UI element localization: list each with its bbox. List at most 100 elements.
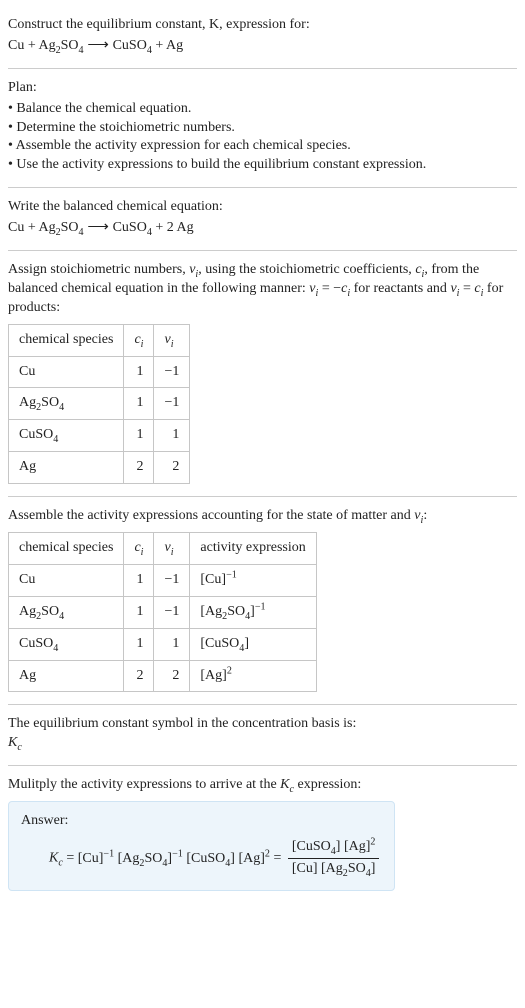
plan-item: Determine the stoichiometric numbers.: [8, 119, 517, 138]
reactant-so: SO: [61, 38, 79, 53]
intro-line1: Construct the equilibrium constant, K, e…: [8, 16, 517, 35]
sub-i: i: [171, 338, 174, 349]
col-c: ci: [124, 533, 154, 565]
balanced-lhs1: Cu + Ag: [8, 220, 56, 235]
balanced-equation: Cu + Ag2SO4 ⟶ CuSO4 + 2 Ag: [8, 217, 517, 238]
col-nu: νi: [154, 533, 190, 565]
cell-nu: −1: [154, 596, 190, 628]
cell-species: Ag2SO4: [9, 388, 124, 420]
equals-sign: =: [273, 851, 284, 866]
cell-species: Cu: [9, 564, 124, 596]
k-symbol: K: [49, 851, 58, 866]
sub-i: i: [141, 338, 144, 349]
col-activity: activity expression: [190, 533, 316, 565]
assemble-text-a: Assemble the activity expressions accoun…: [8, 508, 414, 523]
assign-text-d: for reactants and: [350, 281, 450, 296]
activity-table: chemical species ci νi activity expressi…: [8, 532, 317, 692]
cell-nu: 1: [154, 628, 190, 660]
cell-nu: 1: [154, 420, 190, 452]
cell-nu: −1: [154, 564, 190, 596]
col-species: chemical species: [9, 324, 124, 356]
balanced-lhs2: SO: [61, 220, 79, 235]
balanced-rhs1: CuSO: [113, 220, 147, 235]
balanced-rhs2: + 2 Ag: [152, 220, 194, 235]
plan-item: Assemble the activity expression for eac…: [8, 137, 517, 156]
col-species: chemical species: [9, 533, 124, 565]
section-assign: Assign stoichiometric numbers, νi , using…: [8, 251, 517, 497]
product-ag: + Ag: [152, 38, 183, 53]
answer-equation: Kc = [Cu]−1 [Ag2SO4]−1 [CuSO4] [Ag]2 = […: [21, 839, 382, 878]
cell-c: 1: [124, 564, 154, 596]
cell-c: 1: [124, 420, 154, 452]
table-row: CuSO4 1 1: [9, 420, 190, 452]
intro-text: Construct the equilibrium constant, K, e…: [8, 17, 310, 32]
table-row: CuSO4 1 1 [CuSO4]: [9, 628, 317, 660]
sub-i: i: [171, 547, 174, 558]
assign-eq2: =: [459, 281, 474, 296]
cell-c: 1: [124, 596, 154, 628]
assign-text-b: , using the stoichiometric coefficients,: [198, 262, 415, 277]
assign-eq1: = −: [318, 281, 341, 296]
cell-nu: 2: [154, 660, 190, 692]
equals-sign: =: [63, 851, 78, 866]
assign-text-a: Assign stoichiometric numbers,: [8, 262, 189, 277]
cell-species: CuSO4: [9, 628, 124, 660]
cell-species: Cu: [9, 356, 124, 388]
cell-c: 1: [124, 628, 154, 660]
col-nu: νi: [154, 324, 190, 356]
expr-product: [Cu]−1 [Ag2SO4]−1 [CuSO4] [Ag]2: [78, 851, 270, 866]
table-row: Cu 1 −1: [9, 356, 190, 388]
multiply-text-b: expression:: [294, 777, 361, 792]
plan-heading: Plan:: [8, 79, 517, 98]
stoich-table: chemical species ci νi Cu 1 −1 Ag2SO4 1 …: [8, 324, 190, 484]
sub-i: i: [141, 547, 144, 558]
col-c: ci: [124, 324, 154, 356]
table-row: Cu 1 −1 [Cu]−1: [9, 564, 317, 596]
cell-c: 2: [124, 452, 154, 484]
basis-line1: The equilibrium constant symbol in the c…: [8, 715, 517, 734]
table-header-row: chemical species ci νi: [9, 324, 190, 356]
table-row: Ag 2 2 [Ag]2: [9, 660, 317, 692]
sub-c: c: [17, 742, 21, 753]
answer-box: Answer: Kc = [Cu]−1 [Ag2SO4]−1 [CuSO4] […: [8, 801, 395, 890]
cell-nu: −1: [154, 388, 190, 420]
arrow-icon: ⟶: [84, 219, 113, 235]
fraction: [CuSO4] [Ag]2 [Cu] [Ag2SO4]: [288, 839, 380, 878]
cell-species: Ag: [9, 660, 124, 692]
table-row: Ag2SO4 1 −1 [Ag2SO4]−1: [9, 596, 317, 628]
section-activity: Assemble the activity expressions accoun…: [8, 497, 517, 705]
reactant-cu: Cu + Ag: [8, 38, 56, 53]
plan-item: Balance the chemical equation.: [8, 100, 517, 119]
assemble-text: Assemble the activity expressions accoun…: [8, 507, 517, 526]
cell-c: 2: [124, 660, 154, 692]
section-basis: The equilibrium constant symbol in the c…: [8, 705, 517, 766]
section-intro: Construct the equilibrium constant, K, e…: [8, 6, 517, 69]
k-symbol: K: [280, 777, 289, 792]
plan-item: Use the activity expressions to build th…: [8, 156, 517, 175]
cell-activity: [Ag]2: [190, 660, 316, 692]
section-multiply: Mulitply the activity expressions to arr…: [8, 766, 517, 902]
section-balanced: Write the balanced chemical equation: Cu…: [8, 188, 517, 251]
product-cuso: CuSO: [113, 38, 147, 53]
page: Construct the equilibrium constant, K, e…: [0, 0, 525, 915]
section-plan: Plan: Balance the chemical equation. Det…: [8, 69, 517, 188]
fraction-denominator: [Cu] [Ag2SO4]: [288, 859, 380, 878]
fraction-numerator: [CuSO4] [Ag]2: [288, 839, 380, 859]
multiply-text-a: Mulitply the activity expressions to arr…: [8, 777, 280, 792]
k-symbol: K: [8, 735, 17, 750]
cell-nu: −1: [154, 356, 190, 388]
cell-activity: [Cu]−1: [190, 564, 316, 596]
multiply-text: Mulitply the activity expressions to arr…: [8, 776, 517, 795]
basis-symbol: Kc: [8, 734, 517, 753]
cell-c: 1: [124, 356, 154, 388]
cell-nu: 2: [154, 452, 190, 484]
cell-activity: [Ag2SO4]−1: [190, 596, 316, 628]
intro-equation: Cu + Ag2SO4 ⟶ CuSO4 + Ag: [8, 35, 517, 56]
cell-c: 1: [124, 388, 154, 420]
answer-label: Answer:: [21, 812, 382, 831]
cell-species: Ag2SO4: [9, 596, 124, 628]
balanced-heading: Write the balanced chemical equation:: [8, 198, 517, 217]
assemble-text-b: :: [423, 508, 427, 523]
assign-text: Assign stoichiometric numbers, νi, using…: [8, 261, 517, 318]
plan-list: Balance the chemical equation. Determine…: [8, 100, 517, 176]
